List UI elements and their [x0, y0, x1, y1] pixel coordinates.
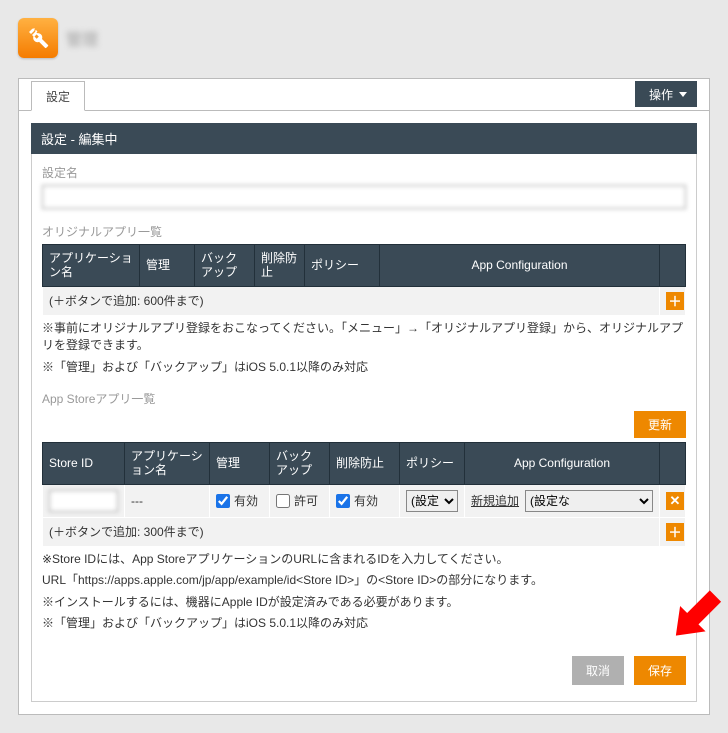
app-config-select[interactable]: (設定な [525, 490, 653, 512]
backup-checkbox-wrap[interactable]: 許可 [276, 492, 323, 509]
row-delete-button[interactable]: ✕ [666, 492, 684, 510]
appstore-add-button[interactable]: ＋ [666, 523, 684, 541]
original-apps-note-1: ※事前にオリジナルアプリ登録をおこなってください。「メニュー」→「オリジナルアプ… [42, 320, 686, 355]
setting-name-label: 設定名 [42, 164, 686, 181]
prevent-delete-checkbox-wrap[interactable]: 有効 [336, 492, 393, 509]
appstore-section-label: App Storeアプリ一覧 [42, 390, 686, 407]
col-app-name: アプリケーション名 [125, 442, 210, 484]
store-id-input[interactable] [49, 490, 118, 512]
close-icon: ✕ [670, 493, 681, 509]
original-apps-add-button[interactable]: ＋ [666, 292, 684, 310]
col-action [660, 442, 686, 484]
policy-select[interactable]: (設定 [406, 490, 458, 512]
appstore-add-hint: (＋ボタンで追加: 300件まで) [43, 517, 660, 546]
manage-checkbox-wrap[interactable]: 有効 [216, 492, 263, 509]
logo-text: 管理 [66, 26, 98, 50]
col-app-config: App Configuration [380, 245, 660, 287]
prevent-delete-checkbox[interactable] [336, 494, 350, 508]
original-apps-table: アプリケーション名 管理 バックアップ 削除防止 ポリシー App Config… [42, 244, 686, 316]
original-apps-note-2: ※「管理」および「バックアップ」はiOS 5.0.1以降のみ対応 [42, 359, 686, 376]
backup-checkbox[interactable] [276, 494, 290, 508]
col-prevent-delete: 削除防止 [330, 442, 400, 484]
save-button[interactable]: 保存 [634, 656, 686, 685]
col-store-id: Store ID [43, 442, 125, 484]
prevent-delete-checkbox-label: 有効 [354, 492, 378, 509]
col-backup: バックアップ [270, 442, 330, 484]
new-add-link[interactable]: 新規追加 [471, 492, 519, 509]
tools-icon [18, 18, 58, 58]
col-backup: バックアップ [195, 245, 255, 287]
col-policy: ポリシー [400, 442, 465, 484]
manage-checkbox-label: 有効 [234, 492, 258, 509]
operations-dropdown[interactable]: 操作 [635, 81, 697, 107]
table-row: --- 有効 許可 [43, 484, 686, 517]
appstore-note-2: URL「https://apps.apple.com/jp/app/exampl… [42, 572, 686, 589]
plus-icon: ＋ [668, 522, 681, 541]
col-action [660, 245, 686, 287]
appstore-note-4: ※「管理」および「バックアップ」はiOS 5.0.1以降のみ対応 [42, 615, 686, 632]
setting-name-input[interactable] [42, 185, 686, 209]
appstore-apps-table: Store ID アプリケーション名 管理 バックアップ 削除防止 ポリシー A… [42, 442, 686, 547]
col-policy: ポリシー [305, 245, 380, 287]
col-app-name: アプリケーション名 [43, 245, 140, 287]
col-prevent-delete: 削除防止 [255, 245, 305, 287]
col-app-config: App Configuration [465, 442, 660, 484]
backup-checkbox-label: 許可 [294, 492, 318, 509]
main-panel: 設定 操作 設定 - 編集中 設定名 オリジナルアプリ一覧 [18, 78, 710, 715]
plus-icon: ＋ [668, 291, 681, 310]
original-apps-section-label: オリジナルアプリ一覧 [42, 223, 686, 240]
header-row: 管理 [18, 18, 710, 58]
col-manage: 管理 [140, 245, 195, 287]
operations-label: 操作 [649, 86, 673, 103]
original-apps-add-hint: (＋ボタンで追加: 600件まで) [43, 286, 660, 315]
appstore-note-3: ※インストールするには、機器にApple IDが設定済みである必要があります。 [42, 594, 686, 611]
panel-title: 設定 - 編集中 [31, 123, 697, 154]
update-button[interactable]: 更新 [634, 411, 686, 438]
original-apps-add-row: (＋ボタンで追加: 600件まで) ＋ [43, 286, 686, 315]
manage-checkbox[interactable] [216, 494, 230, 508]
chevron-down-icon [679, 92, 687, 97]
appstore-note-1: ※Store IDには、App StoreアプリケーションのURLに含まれるID… [42, 551, 686, 568]
appstore-add-row: (＋ボタンで追加: 300件まで) ＋ [43, 517, 686, 546]
cancel-button[interactable]: 取消 [572, 656, 624, 685]
col-manage: 管理 [210, 442, 270, 484]
app-name-cell: --- [125, 484, 210, 517]
tab-settings[interactable]: 設定 [31, 81, 85, 111]
